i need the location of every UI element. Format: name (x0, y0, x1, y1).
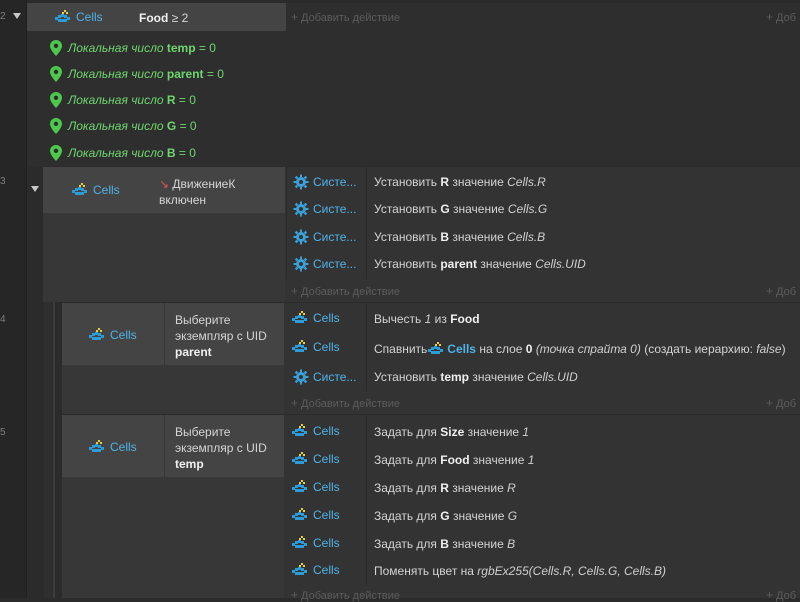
action-set-g[interactable]: Установить G значение Cells.G (374, 202, 547, 216)
condition-object[interactable]: Cells (43, 167, 149, 213)
action-object[interactable]: Cells (291, 563, 340, 577)
cells-icon (54, 10, 74, 24)
object-name: Cells (93, 183, 120, 197)
local-variable-icon (50, 40, 62, 56)
cells-icon (291, 424, 311, 438)
action-object[interactable]: Cells (291, 480, 340, 494)
cells-icon (291, 452, 311, 466)
condition-param: parent (175, 345, 212, 359)
action-object[interactable]: Cells (291, 424, 340, 438)
condition-object[interactable]: Cells (27, 3, 131, 31)
column-divider (366, 303, 367, 391)
action-set-food[interactable]: Задать для Food значение 1 (374, 453, 534, 467)
cells-icon (71, 183, 91, 197)
column-divider (286, 167, 287, 279)
action-subtract-food[interactable]: Вычесть 1 из Food (374, 312, 480, 326)
action-set-r-var[interactable]: Задать для R значение R (374, 481, 516, 495)
movement-icon: ↘ (159, 177, 170, 191)
condition-line2: экземпляр с UID (175, 441, 267, 455)
event-number: 4 (0, 314, 6, 325)
cells-icon (291, 563, 311, 577)
system-object[interactable]: Систе... (293, 201, 356, 217)
collapse-toggle[interactable] (13, 13, 21, 19)
sub-event-indent (44, 302, 52, 598)
condition-op: ≥ (171, 11, 179, 25)
column-divider (366, 415, 367, 585)
condition-object[interactable]: Cells (62, 415, 164, 477)
action-object[interactable]: Cells (291, 340, 340, 354)
action-object[interactable]: Cells (291, 508, 340, 522)
cells-icon (88, 328, 108, 342)
cells-icon (291, 508, 311, 522)
condition-pick-by-uid[interactable]: Выберите экземпляр с UID temp (165, 415, 284, 477)
action-object[interactable]: Cells (291, 536, 340, 550)
condition-movement-enabled[interactable]: ↘ ДвижениеК включен (149, 167, 285, 213)
action-set-parent[interactable]: Установить parent значение Cells.UID (374, 257, 586, 271)
local-variable-icon (50, 66, 62, 82)
system-object[interactable]: Систе... (293, 256, 356, 272)
local-variable-icon (50, 92, 62, 108)
condition-food-gte[interactable]: Food ≥ 2 (131, 3, 286, 31)
condition-line2: включен (159, 193, 207, 207)
add-action-link[interactable]: + Добавить действие (291, 284, 400, 298)
condition-line1: Выберите (175, 425, 231, 439)
object-name: Cells (76, 10, 103, 24)
gear-icon (293, 201, 309, 217)
add-action-link-right[interactable]: + Доб (766, 10, 796, 24)
object-name: Cells (110, 440, 137, 454)
action-set-temp[interactable]: Установить temp значение Cells.UID (374, 370, 578, 384)
gear-icon (293, 174, 309, 190)
add-action-link[interactable]: + Добавить действие (291, 588, 400, 602)
add-action-link-right[interactable]: + Доб (766, 396, 796, 410)
local-variable-parent[interactable]: Локальная число parent = 0 (50, 66, 224, 82)
object-name: Cells (110, 328, 137, 342)
condition-line2: экземпляр с UID (175, 329, 267, 343)
action-object[interactable]: Cells (291, 452, 340, 466)
action-object[interactable]: Cells (291, 311, 340, 325)
system-object[interactable]: Систе... (293, 369, 356, 385)
gear-icon (293, 229, 309, 245)
event-number: 2 (0, 11, 6, 22)
add-action-link-right[interactable]: + Доб (766, 284, 796, 298)
event-number: 5 (0, 427, 6, 438)
system-object[interactable]: Систе... (293, 174, 356, 190)
action-set-size[interactable]: Задать для Size значение 1 (374, 425, 529, 439)
condition-value: 2 (181, 11, 189, 25)
condition-line1: Выберите (175, 313, 231, 327)
action-set-b[interactable]: Установить B значение Cells.B (374, 230, 545, 244)
gear-icon (293, 256, 309, 272)
cells-icon (291, 340, 311, 354)
condition-object[interactable]: Cells (62, 303, 164, 365)
action-spawn-cells[interactable]: Спавнить Cells на слое 0 (точка спрайта … (374, 342, 786, 356)
action-set-g-var[interactable]: Задать для G значение G (374, 509, 517, 523)
condition-param: temp (175, 457, 204, 471)
cells-icon (291, 536, 311, 550)
event-number: 3 (0, 176, 6, 187)
add-action-link[interactable]: + Добавить действие (291, 396, 400, 410)
cells-icon (291, 311, 311, 325)
cells-icon (88, 440, 108, 454)
cells-icon (427, 342, 447, 356)
collapse-toggle[interactable] (31, 186, 39, 192)
local-variable-temp[interactable]: Локальная число temp = 0 (50, 40, 216, 56)
action-set-color[interactable]: Поменять цвет на rgbEx255(Cells.R, Cells… (374, 564, 666, 578)
local-variable-icon (50, 145, 62, 161)
action-set-b-var[interactable]: Задать для B значение B (374, 537, 515, 551)
local-variable-r[interactable]: Локальная число R = 0 (50, 92, 196, 108)
action-set-r[interactable]: Установить R значение Cells.R (374, 175, 546, 189)
gear-icon (293, 369, 309, 385)
cells-icon (291, 480, 311, 494)
condition-label: Food (139, 11, 169, 25)
sub-event-indent-line (53, 302, 55, 598)
add-action-link-right[interactable]: + Доб (766, 588, 796, 602)
column-divider (366, 167, 367, 279)
local-variable-icon (50, 118, 62, 134)
condition-pick-by-uid[interactable]: Выберите экземпляр с UID parent (165, 303, 284, 365)
local-variable-g[interactable]: Локальная число G = 0 (50, 118, 197, 134)
local-variable-b[interactable]: Локальная число B = 0 (50, 145, 196, 161)
add-action-link[interactable]: + Добавить действие (291, 10, 400, 24)
condition-line1: ДвижениеК (172, 177, 236, 191)
system-object[interactable]: Систе... (293, 229, 356, 245)
line-number-gutter (0, 0, 27, 598)
